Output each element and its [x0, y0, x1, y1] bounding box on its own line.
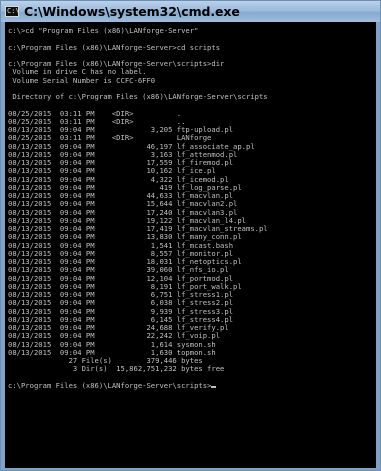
window-title: C:\Windows\system32\cmd.exe [24, 4, 240, 19]
text-cursor [211, 385, 217, 388]
title-bar[interactable]: C:\ C:\Windows\system32\cmd.exe [1, 1, 380, 22]
console-output[interactable]: c:\>cd "Program Files (x86)\LANforge-Ser… [5, 22, 376, 468]
console-line: Volume Serial Number is CCFC-6FF0 [8, 75, 156, 85]
console-line: c:\Program Files (x86)\LANforge-Server>c… [8, 42, 221, 52]
console-line: Directory of c:\Program Files (x86)\LANf… [8, 92, 268, 101]
console-line: c:\Program Files (x86)\LANforge-Server\s… [8, 381, 268, 390]
console-line: 3 Dir(s) 15,862,751,232 bytes free [8, 364, 225, 374]
console-line: c:\>cd "Program Files (x86)\LANforge-Ser… [8, 26, 199, 35]
console-text: c:\>cd "Program Files (x86)\LANforge-Ser… [8, 26, 268, 390]
scrollbar[interactable] [376, 22, 380, 468]
cmd-app-icon[interactable]: C:\ [5, 6, 20, 17]
cmd-window: C:\ C:\Windows\system32\cmd.exe c:\>cd "… [0, 0, 381, 471]
